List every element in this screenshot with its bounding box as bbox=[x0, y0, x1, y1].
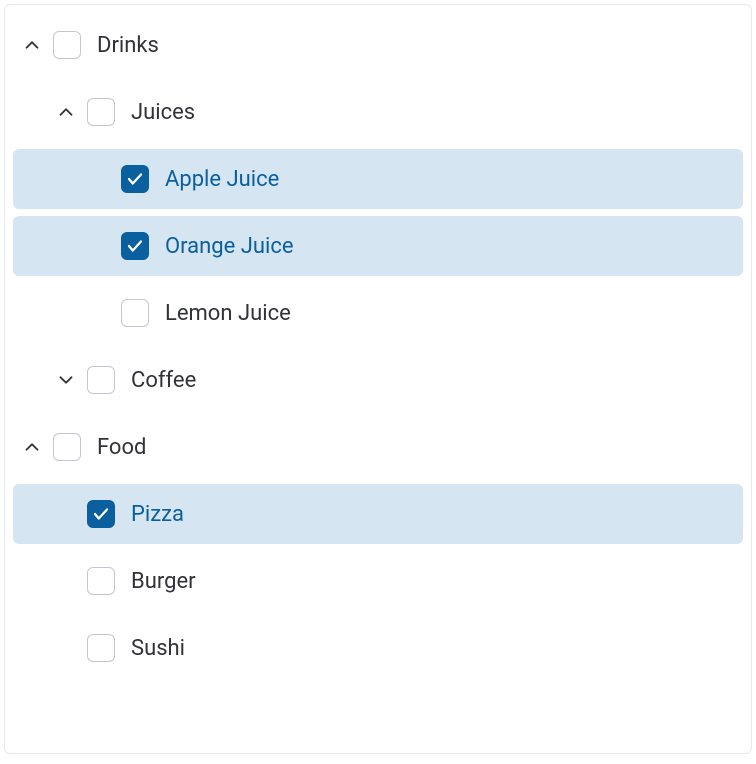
checkbox-drinks[interactable] bbox=[53, 31, 81, 59]
tree-item-drinks[interactable]: Drinks bbox=[13, 15, 743, 75]
tree-item-juices[interactable]: Juices bbox=[13, 82, 743, 142]
tree-item-pizza[interactable]: Pizza bbox=[13, 484, 743, 544]
checkbox-food[interactable] bbox=[53, 433, 81, 461]
tree-item-orange-juice[interactable]: Orange Juice bbox=[13, 216, 743, 276]
chevron-spacer bbox=[85, 164, 115, 194]
checkbox-apple-juice[interactable] bbox=[121, 165, 149, 193]
checkbox-pizza[interactable] bbox=[87, 500, 115, 528]
chevron-down-icon[interactable] bbox=[51, 365, 81, 395]
chevron-up-icon[interactable] bbox=[17, 30, 47, 60]
tree-item-label[interactable]: Food bbox=[97, 435, 146, 460]
checkbox-burger[interactable] bbox=[87, 567, 115, 595]
tree-item-burger[interactable]: Burger bbox=[13, 551, 743, 611]
checkbox-coffee[interactable] bbox=[87, 366, 115, 394]
chevron-spacer bbox=[85, 231, 115, 261]
tree-item-label[interactable]: Juices bbox=[131, 100, 195, 125]
tree-item-sushi[interactable]: Sushi bbox=[13, 618, 743, 678]
tree-item-label[interactable]: Burger bbox=[131, 569, 196, 594]
tree-item-label[interactable]: Coffee bbox=[131, 368, 196, 393]
tree-item-label[interactable]: Drinks bbox=[97, 33, 159, 58]
tree-item-coffee[interactable]: Coffee bbox=[13, 350, 743, 410]
tree-item-food[interactable]: Food bbox=[13, 417, 743, 477]
tree-view: Drinks Juices Apple Juice Orange Juice Lemon… bbox=[4, 4, 752, 754]
checkbox-sushi[interactable] bbox=[87, 634, 115, 662]
chevron-spacer bbox=[51, 566, 81, 596]
chevron-spacer bbox=[85, 298, 115, 328]
tree-item-label[interactable]: Lemon Juice bbox=[165, 301, 291, 326]
tree-item-label[interactable]: Apple Juice bbox=[165, 167, 279, 192]
chevron-spacer bbox=[51, 633, 81, 663]
tree-item-apple-juice[interactable]: Apple Juice bbox=[13, 149, 743, 209]
chevron-up-icon[interactable] bbox=[51, 97, 81, 127]
tree-item-label[interactable]: Sushi bbox=[131, 636, 185, 661]
checkbox-lemon-juice[interactable] bbox=[121, 299, 149, 327]
tree-item-label[interactable]: Pizza bbox=[131, 502, 184, 527]
checkbox-orange-juice[interactable] bbox=[121, 232, 149, 260]
chevron-up-icon[interactable] bbox=[17, 432, 47, 462]
tree-item-lemon-juice[interactable]: Lemon Juice bbox=[13, 283, 743, 343]
checkbox-juices[interactable] bbox=[87, 98, 115, 126]
tree-item-label[interactable]: Orange Juice bbox=[165, 234, 294, 259]
chevron-spacer bbox=[51, 499, 81, 529]
